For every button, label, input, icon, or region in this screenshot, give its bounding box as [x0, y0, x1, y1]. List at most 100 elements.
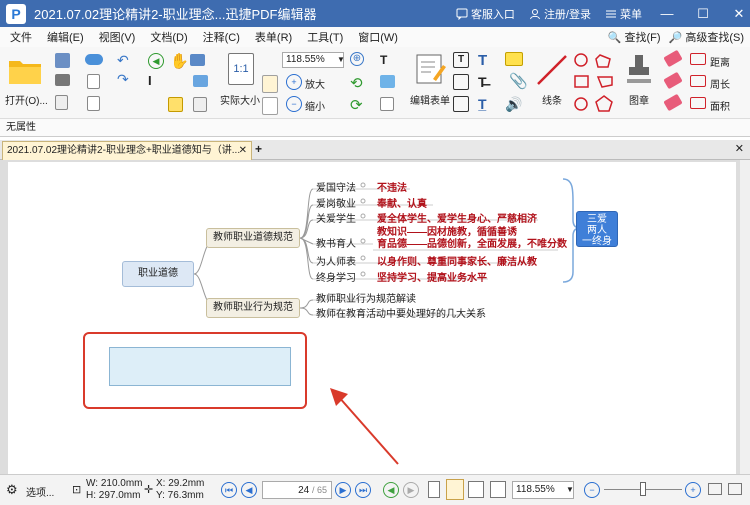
back-circle-icon[interactable]: ◀: [148, 53, 164, 69]
line-label[interactable]: 线条: [542, 92, 562, 107]
zoom-in-label[interactable]: 放大: [305, 76, 325, 91]
perimeter-label[interactable]: 周长: [710, 76, 730, 91]
maximize-button[interactable]: ☐: [692, 6, 714, 22]
zoom-in-icon[interactable]: +: [286, 74, 302, 90]
customer-service-button[interactable]: 客服入口: [456, 6, 515, 22]
menu-document[interactable]: 文档(D): [140, 29, 192, 45]
zoom-dropdown-icon[interactable]: ⊕: [350, 52, 364, 66]
first-page-button[interactable]: ⏮: [221, 482, 237, 498]
menu-edit[interactable]: 编辑(E): [37, 29, 89, 45]
note-icon[interactable]: [168, 97, 183, 112]
text-box-field[interactable]: [109, 347, 291, 386]
add-text-icon[interactable]: T: [380, 53, 387, 67]
add-image-icon[interactable]: [380, 75, 395, 88]
redo-icon[interactable]: ↷: [117, 72, 133, 86]
prev-page-button[interactable]: ◀: [241, 482, 257, 498]
fit-width-icon[interactable]: [262, 97, 278, 115]
fit-window-icon[interactable]: [728, 483, 742, 495]
select-text-icon[interactable]: I: [148, 73, 152, 88]
combo-field-icon[interactable]: [453, 96, 469, 112]
new-tab-button[interactable]: +: [255, 142, 262, 156]
cloud-icon[interactable]: [85, 54, 103, 65]
stamp-icon[interactable]: [625, 53, 653, 87]
menu-window[interactable]: 窗口(W): [348, 29, 403, 45]
snapshot-icon[interactable]: [190, 54, 205, 66]
chevron-down-icon[interactable]: ▼: [566, 485, 574, 494]
vertical-scrollbar[interactable]: [740, 160, 750, 474]
text-field-icon[interactable]: T: [453, 52, 469, 68]
zoom-out-icon[interactable]: −: [286, 96, 302, 112]
last-page-button[interactable]: ⏭: [355, 482, 371, 498]
area-label[interactable]: 面积: [710, 98, 730, 113]
facing-page-icon[interactable]: [468, 481, 484, 498]
facing-continuous-icon[interactable]: [490, 481, 506, 498]
hand-tool-icon[interactable]: ✋: [170, 52, 189, 70]
fit-page-icon[interactable]: [262, 75, 278, 93]
area-icon[interactable]: [690, 97, 706, 109]
attach-icon[interactable]: [193, 97, 207, 112]
insert-icon[interactable]: [87, 96, 100, 111]
export-icon[interactable]: [55, 95, 68, 110]
menu-button[interactable]: 菜单: [605, 6, 642, 22]
continuous-page-icon[interactable]: [446, 479, 464, 500]
perimeter-icon[interactable]: [690, 75, 706, 87]
underline-text-icon[interactable]: T̲: [478, 96, 487, 112]
history-forward-button[interactable]: ▶: [403, 482, 419, 498]
open-label[interactable]: 打开(O)...: [5, 92, 48, 107]
image-icon[interactable]: [193, 75, 208, 87]
close-all-tabs-button[interactable]: ✕: [735, 142, 744, 155]
next-page-button[interactable]: ▶: [335, 482, 351, 498]
add-link-icon[interactable]: [380, 97, 394, 111]
history-back-button[interactable]: ◀: [383, 482, 399, 498]
sound-icon[interactable]: 🔊: [505, 96, 522, 113]
zoom-slider-handle[interactable]: [640, 482, 646, 496]
advanced-find-button[interactable]: 🔎 高级查找(S): [669, 29, 744, 45]
edit-form-label[interactable]: 编辑表单: [410, 92, 450, 107]
rotate-left-icon[interactable]: ⟲: [350, 74, 363, 92]
zoom-in-button[interactable]: +: [685, 482, 701, 498]
save-icon[interactable]: [55, 53, 70, 68]
gear-icon[interactable]: ⚙: [6, 482, 18, 498]
rotate-right-icon[interactable]: ⟳: [350, 96, 363, 114]
paperclip-icon[interactable]: 📎: [509, 72, 528, 90]
stamp-label[interactable]: 图章: [629, 92, 649, 107]
menu-tools[interactable]: 工具(T): [297, 29, 348, 45]
edit-form-icon[interactable]: [415, 53, 447, 85]
pdf-page[interactable]: 职业道德 教师职业道德规范 教师职业行为规范 爱国守法 不违法 爱岗敬业 奉献、…: [8, 162, 736, 474]
page-number-input[interactable]: 24 / 65: [262, 481, 332, 499]
actual-size-icon[interactable]: 1:1: [228, 53, 254, 85]
document-canvas[interactable]: 职业道德 教师职业道德规范 教师职业行为规范 爱国守法 不违法 爱岗敬业 奉献、…: [0, 160, 750, 474]
minimize-button[interactable]: —: [656, 6, 678, 21]
line-tool-icon[interactable]: [535, 53, 569, 87]
open-folder-icon[interactable]: [8, 55, 42, 85]
checkbox-field-icon[interactable]: [453, 74, 469, 90]
arrow-annotation-icon[interactable]: [326, 386, 426, 476]
menu-file[interactable]: 文件: [0, 29, 37, 45]
menu-form[interactable]: 表单(R): [245, 29, 297, 45]
login-button[interactable]: 注册/登录: [529, 6, 591, 22]
zoom-out-button[interactable]: −: [584, 482, 600, 498]
chevron-down-icon[interactable]: ▼: [337, 55, 345, 64]
new-doc-icon[interactable]: [87, 74, 100, 89]
eraser-icon[interactable]: [663, 49, 683, 68]
fullscreen-icon[interactable]: [708, 483, 722, 495]
comment-icon[interactable]: [505, 52, 523, 66]
menu-view[interactable]: 视图(V): [89, 29, 141, 45]
distance-label[interactable]: 距离: [710, 54, 730, 69]
undo-icon[interactable]: ↶: [117, 53, 133, 67]
print-icon[interactable]: [55, 74, 70, 86]
tab-document[interactable]: 2021.07.02理论精讲2-职业理念+职业道德知与（讲... ✕: [2, 141, 252, 160]
distance-icon[interactable]: [690, 53, 706, 65]
actual-size-label[interactable]: 实际大小: [220, 92, 260, 107]
options-button[interactable]: 选项...: [26, 484, 54, 499]
strike-text-icon[interactable]: T̶: [478, 74, 487, 90]
shapes-icon[interactable]: [572, 51, 616, 115]
zoom-out-label[interactable]: 缩小: [305, 98, 325, 113]
text-tool-icon[interactable]: T: [478, 52, 487, 69]
pencil-icon[interactable]: [663, 93, 683, 112]
menu-comment[interactable]: 注释(C): [193, 29, 245, 45]
highlight-icon[interactable]: [663, 71, 683, 90]
close-button[interactable]: ✕: [728, 6, 750, 22]
zoom-select[interactable]: 118.55%: [282, 52, 344, 68]
find-button[interactable]: 🔍 查找(F): [608, 29, 661, 45]
